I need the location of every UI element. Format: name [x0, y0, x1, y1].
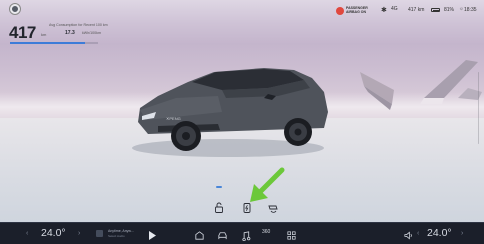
airbag-status-text: PASSENGER AIRBAG ON	[346, 6, 368, 14]
vehicle-settings-icon	[218, 232, 227, 240]
avg-consumption-label: Avg Consumption for Recent 100 km	[49, 23, 108, 27]
weather-icon: ☼	[459, 6, 464, 12]
right-temp-decrease-button[interactable]: ‹	[417, 230, 419, 237]
right-temp-increase-button[interactable]: ›	[461, 230, 463, 237]
user-avatar-icon[interactable]	[10, 4, 20, 14]
svg-text:✕PENG: ✕PENG	[166, 116, 181, 121]
vehicle-model[interactable]: ✕PENG	[118, 52, 348, 160]
clock: 18:35	[464, 7, 477, 13]
trunk-button[interactable]	[212, 201, 226, 215]
range-unit: km	[41, 32, 47, 37]
range-progress-fill	[10, 42, 85, 44]
vehicle-settings-button[interactable]	[217, 228, 228, 244]
trunk-icon	[215, 202, 223, 213]
music-button[interactable]	[240, 228, 251, 244]
play-icon	[149, 231, 156, 240]
bottom-dock: ‹ 24.0° › Anytime, Anyw... Select Audio …	[0, 222, 484, 244]
range-progress-bar	[10, 42, 98, 44]
volume-icon	[404, 231, 412, 240]
car-display-screen: 417 km Avg Consumption for Recent 100 km…	[0, 0, 484, 244]
car-home-button[interactable]	[194, 228, 205, 244]
green-arrow-annotation	[250, 167, 285, 202]
trunk-active-indicator	[216, 186, 222, 188]
car-home-icon	[195, 231, 204, 240]
battery-icon	[431, 8, 440, 12]
apps-grid-icon	[287, 231, 296, 240]
status-range: 417 km	[408, 7, 425, 13]
left-temp-decrease-button[interactable]: ‹	[26, 230, 28, 237]
camera-360-button[interactable]: 360	[262, 229, 270, 235]
airbag-icon	[336, 7, 344, 15]
battery-percent: 81%	[444, 7, 455, 13]
range-value: 417	[9, 23, 36, 42]
background-sculpture	[360, 60, 482, 110]
play-button[interactable]	[148, 228, 157, 244]
music-title[interactable]: Anytime, Anyw...	[108, 229, 134, 233]
apps-grid-button[interactable]	[286, 228, 297, 244]
avg-consumption-value: 17.3	[65, 30, 75, 36]
music-artist[interactable]: Select Audio	[108, 234, 125, 238]
avg-consumption-unit: kWh/100km	[82, 31, 101, 35]
side-scrollbar[interactable]	[477, 72, 479, 144]
music-cover-icon[interactable]	[96, 230, 103, 237]
right-temperature[interactable]: 24.0°	[427, 227, 452, 239]
left-temp-increase-button[interactable]: ›	[78, 230, 80, 237]
bluetooth-icon: ✱	[381, 7, 387, 14]
left-temperature[interactable]: 24.0°	[41, 227, 66, 239]
volume-button[interactable]	[403, 228, 414, 244]
signal-icon: 4G	[391, 6, 398, 12]
music-icon	[242, 231, 251, 242]
